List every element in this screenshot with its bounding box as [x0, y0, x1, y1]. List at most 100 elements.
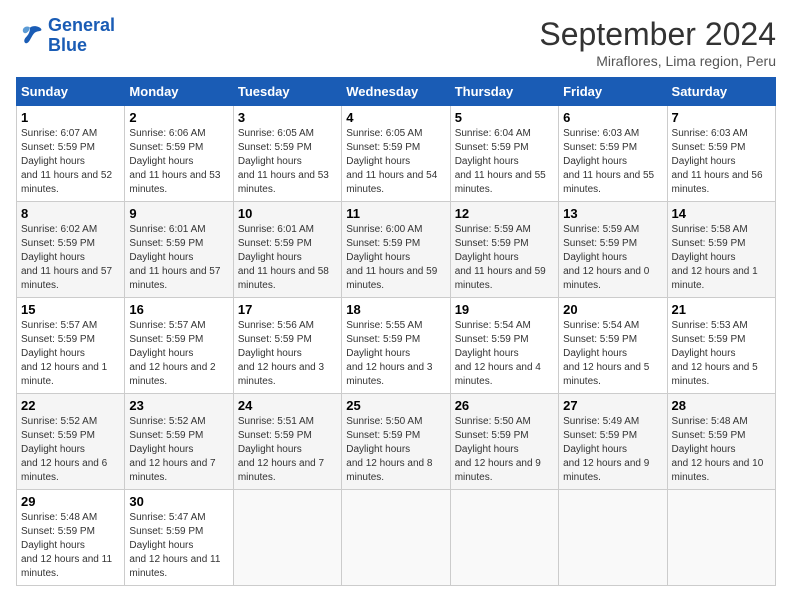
- day-cell: 18 Sunrise: 5:55 AM Sunset: 5:59 PM Dayl…: [342, 298, 450, 394]
- week-row-4: 22 Sunrise: 5:52 AM Sunset: 5:59 PM Dayl…: [17, 394, 776, 490]
- day-cell: 28 Sunrise: 5:48 AM Sunset: 5:59 PM Dayl…: [667, 394, 775, 490]
- day-number: 27: [563, 398, 662, 413]
- day-number: 26: [455, 398, 554, 413]
- day-cell: 14 Sunrise: 5:58 AM Sunset: 5:59 PM Dayl…: [667, 202, 775, 298]
- day-detail: Sunrise: 5:48 AM Sunset: 5:59 PM Dayligh…: [21, 511, 120, 581]
- header-sunday: Sunday: [17, 78, 125, 106]
- day-cell: 13 Sunrise: 5:59 AM Sunset: 5:59 PM Dayl…: [559, 202, 667, 298]
- day-number: 13: [563, 206, 662, 221]
- logo-text: General Blue: [48, 16, 115, 56]
- header-friday: Friday: [559, 78, 667, 106]
- day-number: 19: [455, 302, 554, 317]
- day-detail: Sunrise: 5:57 AM Sunset: 5:59 PM Dayligh…: [129, 319, 228, 389]
- day-detail: Sunrise: 5:59 AM Sunset: 5:59 PM Dayligh…: [563, 223, 662, 293]
- day-cell: 27 Sunrise: 5:49 AM Sunset: 5:59 PM Dayl…: [559, 394, 667, 490]
- day-detail: Sunrise: 5:55 AM Sunset: 5:59 PM Dayligh…: [346, 319, 445, 389]
- day-detail: Sunrise: 6:00 AM Sunset: 5:59 PM Dayligh…: [346, 223, 445, 293]
- day-cell: [450, 490, 558, 586]
- day-number: 7: [672, 110, 771, 125]
- day-number: 23: [129, 398, 228, 413]
- day-detail: Sunrise: 6:04 AM Sunset: 5:59 PM Dayligh…: [455, 127, 554, 197]
- day-detail: Sunrise: 5:59 AM Sunset: 5:59 PM Dayligh…: [455, 223, 554, 293]
- day-number: 4: [346, 110, 445, 125]
- day-cell: [667, 490, 775, 586]
- month-title: September 2024: [539, 16, 776, 53]
- day-detail: Sunrise: 5:52 AM Sunset: 5:59 PM Dayligh…: [21, 415, 120, 485]
- day-number: 1: [21, 110, 120, 125]
- day-detail: Sunrise: 6:03 AM Sunset: 5:59 PM Dayligh…: [563, 127, 662, 197]
- day-number: 5: [455, 110, 554, 125]
- day-detail: Sunrise: 5:56 AM Sunset: 5:59 PM Dayligh…: [238, 319, 337, 389]
- header-row: SundayMondayTuesdayWednesdayThursdayFrid…: [17, 78, 776, 106]
- day-detail: Sunrise: 6:01 AM Sunset: 5:59 PM Dayligh…: [129, 223, 228, 293]
- day-detail: Sunrise: 6:06 AM Sunset: 5:59 PM Dayligh…: [129, 127, 228, 197]
- page-header: General Blue September 2024 Miraflores, …: [16, 16, 776, 69]
- day-cell: 6 Sunrise: 6:03 AM Sunset: 5:59 PM Dayli…: [559, 106, 667, 202]
- day-number: 17: [238, 302, 337, 317]
- week-row-2: 8 Sunrise: 6:02 AM Sunset: 5:59 PM Dayli…: [17, 202, 776, 298]
- day-number: 14: [672, 206, 771, 221]
- day-detail: Sunrise: 5:48 AM Sunset: 5:59 PM Dayligh…: [672, 415, 771, 485]
- title-block: September 2024 Miraflores, Lima region, …: [539, 16, 776, 69]
- day-cell: 30 Sunrise: 5:47 AM Sunset: 5:59 PM Dayl…: [125, 490, 233, 586]
- day-cell: 5 Sunrise: 6:04 AM Sunset: 5:59 PM Dayli…: [450, 106, 558, 202]
- day-number: 30: [129, 494, 228, 509]
- day-detail: Sunrise: 6:05 AM Sunset: 5:59 PM Dayligh…: [346, 127, 445, 197]
- day-number: 10: [238, 206, 337, 221]
- day-number: 24: [238, 398, 337, 413]
- day-cell: 3 Sunrise: 6:05 AM Sunset: 5:59 PM Dayli…: [233, 106, 341, 202]
- week-row-1: 1 Sunrise: 6:07 AM Sunset: 5:59 PM Dayli…: [17, 106, 776, 202]
- day-number: 29: [21, 494, 120, 509]
- day-number: 15: [21, 302, 120, 317]
- day-detail: Sunrise: 6:07 AM Sunset: 5:59 PM Dayligh…: [21, 127, 120, 197]
- day-cell: [559, 490, 667, 586]
- day-detail: Sunrise: 6:01 AM Sunset: 5:59 PM Dayligh…: [238, 223, 337, 293]
- day-cell: 17 Sunrise: 5:56 AM Sunset: 5:59 PM Dayl…: [233, 298, 341, 394]
- day-detail: Sunrise: 6:05 AM Sunset: 5:59 PM Dayligh…: [238, 127, 337, 197]
- day-number: 9: [129, 206, 228, 221]
- day-detail: Sunrise: 5:58 AM Sunset: 5:59 PM Dayligh…: [672, 223, 771, 293]
- day-cell: 29 Sunrise: 5:48 AM Sunset: 5:59 PM Dayl…: [17, 490, 125, 586]
- day-detail: Sunrise: 5:47 AM Sunset: 5:59 PM Dayligh…: [129, 511, 228, 581]
- day-cell: 25 Sunrise: 5:50 AM Sunset: 5:59 PM Dayl…: [342, 394, 450, 490]
- day-number: 3: [238, 110, 337, 125]
- day-cell: 11 Sunrise: 6:00 AM Sunset: 5:59 PM Dayl…: [342, 202, 450, 298]
- day-cell: 19 Sunrise: 5:54 AM Sunset: 5:59 PM Dayl…: [450, 298, 558, 394]
- logo: General Blue: [16, 16, 115, 56]
- day-cell: 15 Sunrise: 5:57 AM Sunset: 5:59 PM Dayl…: [17, 298, 125, 394]
- day-number: 22: [21, 398, 120, 413]
- day-cell: [233, 490, 341, 586]
- day-cell: 26 Sunrise: 5:50 AM Sunset: 5:59 PM Dayl…: [450, 394, 558, 490]
- location: Miraflores, Lima region, Peru: [539, 53, 776, 69]
- day-cell: 23 Sunrise: 5:52 AM Sunset: 5:59 PM Dayl…: [125, 394, 233, 490]
- day-detail: Sunrise: 5:53 AM Sunset: 5:59 PM Dayligh…: [672, 319, 771, 389]
- week-row-3: 15 Sunrise: 5:57 AM Sunset: 5:59 PM Dayl…: [17, 298, 776, 394]
- day-cell: 8 Sunrise: 6:02 AM Sunset: 5:59 PM Dayli…: [17, 202, 125, 298]
- day-detail: Sunrise: 5:49 AM Sunset: 5:59 PM Dayligh…: [563, 415, 662, 485]
- day-cell: 2 Sunrise: 6:06 AM Sunset: 5:59 PM Dayli…: [125, 106, 233, 202]
- day-detail: Sunrise: 5:50 AM Sunset: 5:59 PM Dayligh…: [455, 415, 554, 485]
- day-number: 11: [346, 206, 445, 221]
- day-detail: Sunrise: 5:51 AM Sunset: 5:59 PM Dayligh…: [238, 415, 337, 485]
- day-detail: Sunrise: 6:02 AM Sunset: 5:59 PM Dayligh…: [21, 223, 120, 293]
- day-number: 25: [346, 398, 445, 413]
- day-detail: Sunrise: 5:54 AM Sunset: 5:59 PM Dayligh…: [563, 319, 662, 389]
- day-cell: 1 Sunrise: 6:07 AM Sunset: 5:59 PM Dayli…: [17, 106, 125, 202]
- day-number: 6: [563, 110, 662, 125]
- header-wednesday: Wednesday: [342, 78, 450, 106]
- day-cell: 9 Sunrise: 6:01 AM Sunset: 5:59 PM Dayli…: [125, 202, 233, 298]
- day-cell: 22 Sunrise: 5:52 AM Sunset: 5:59 PM Dayl…: [17, 394, 125, 490]
- day-cell: [342, 490, 450, 586]
- day-detail: Sunrise: 5:52 AM Sunset: 5:59 PM Dayligh…: [129, 415, 228, 485]
- day-cell: 7 Sunrise: 6:03 AM Sunset: 5:59 PM Dayli…: [667, 106, 775, 202]
- header-thursday: Thursday: [450, 78, 558, 106]
- day-detail: Sunrise: 6:03 AM Sunset: 5:59 PM Dayligh…: [672, 127, 771, 197]
- day-cell: 16 Sunrise: 5:57 AM Sunset: 5:59 PM Dayl…: [125, 298, 233, 394]
- day-cell: 24 Sunrise: 5:51 AM Sunset: 5:59 PM Dayl…: [233, 394, 341, 490]
- day-number: 18: [346, 302, 445, 317]
- day-cell: 4 Sunrise: 6:05 AM Sunset: 5:59 PM Dayli…: [342, 106, 450, 202]
- header-saturday: Saturday: [667, 78, 775, 106]
- day-number: 2: [129, 110, 228, 125]
- week-row-5: 29 Sunrise: 5:48 AM Sunset: 5:59 PM Dayl…: [17, 490, 776, 586]
- day-detail: Sunrise: 5:50 AM Sunset: 5:59 PM Dayligh…: [346, 415, 445, 485]
